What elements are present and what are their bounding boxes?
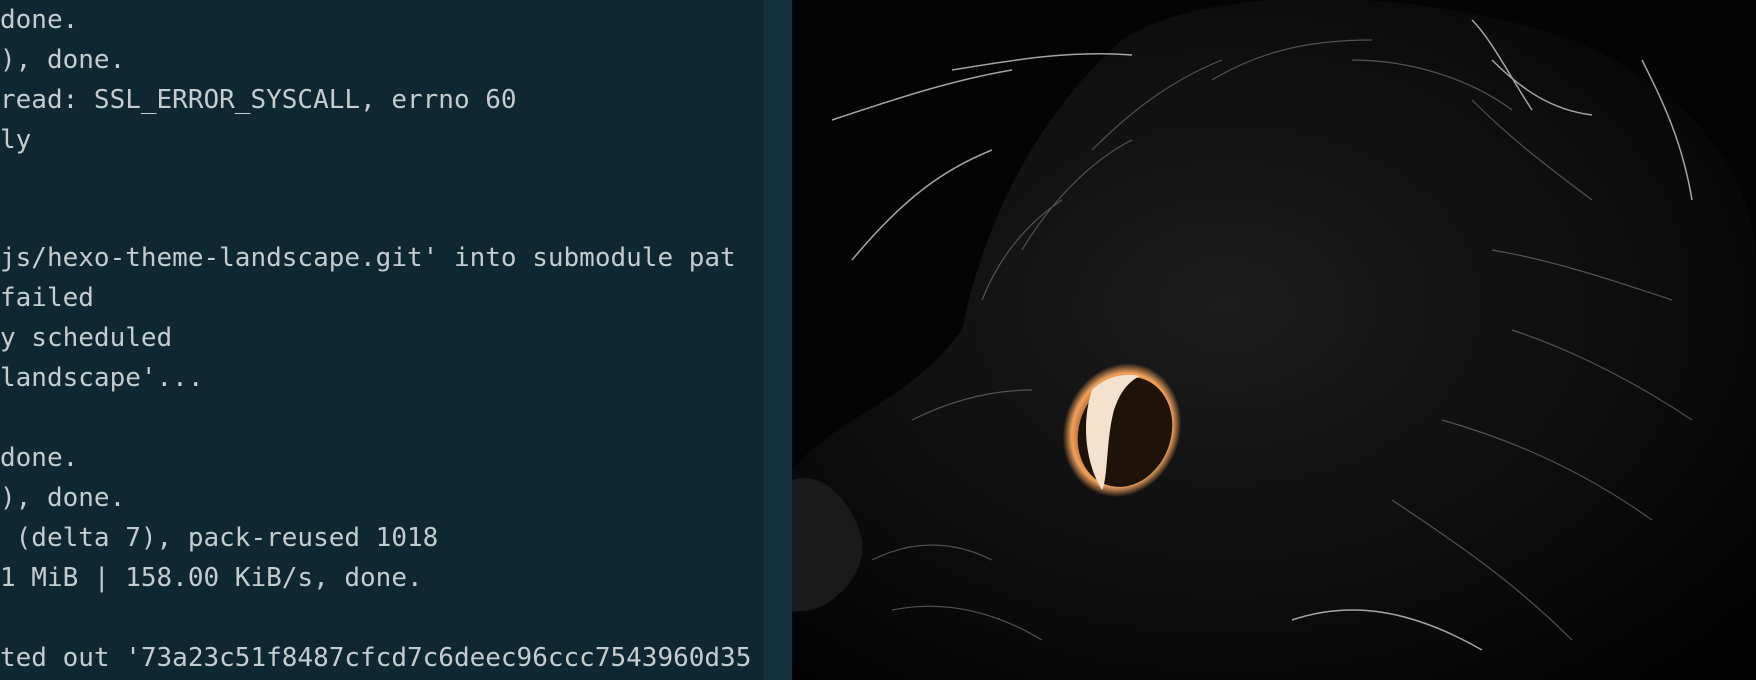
terminal-line: read: SSL_ERROR_SYSCALL, errno 60 — [0, 85, 517, 115]
pane-divider[interactable] — [764, 0, 793, 680]
terminal-line: ), done. — [0, 483, 126, 513]
terminal-line: ly — [0, 125, 32, 155]
terminal-line: done. — [0, 5, 79, 35]
terminal-line: y scheduled — [0, 323, 173, 353]
terminal-line: ), done. — [0, 45, 126, 75]
cat-photo — [792, 0, 1756, 680]
terminal-line: landscape'... — [0, 363, 204, 393]
terminal-line: 1 MiB | 158.00 KiB/s, done. — [0, 563, 423, 593]
terminal-line: done. — [0, 443, 79, 473]
terminal-line: js/hexo-theme-landscape.git' into submod… — [0, 243, 736, 273]
terminal-line: (delta 7), pack-reused 1018 — [0, 523, 439, 553]
terminal-line: failed — [0, 283, 94, 313]
terminal-line: ted out '73a23c51f8487cfcd7c6deec96ccc75… — [0, 643, 752, 673]
terminal-pane[interactable]: done. ), done. read: SSL_ERROR_SYSCALL, … — [0, 0, 764, 680]
cat-photo-icon — [792, 0, 1756, 680]
